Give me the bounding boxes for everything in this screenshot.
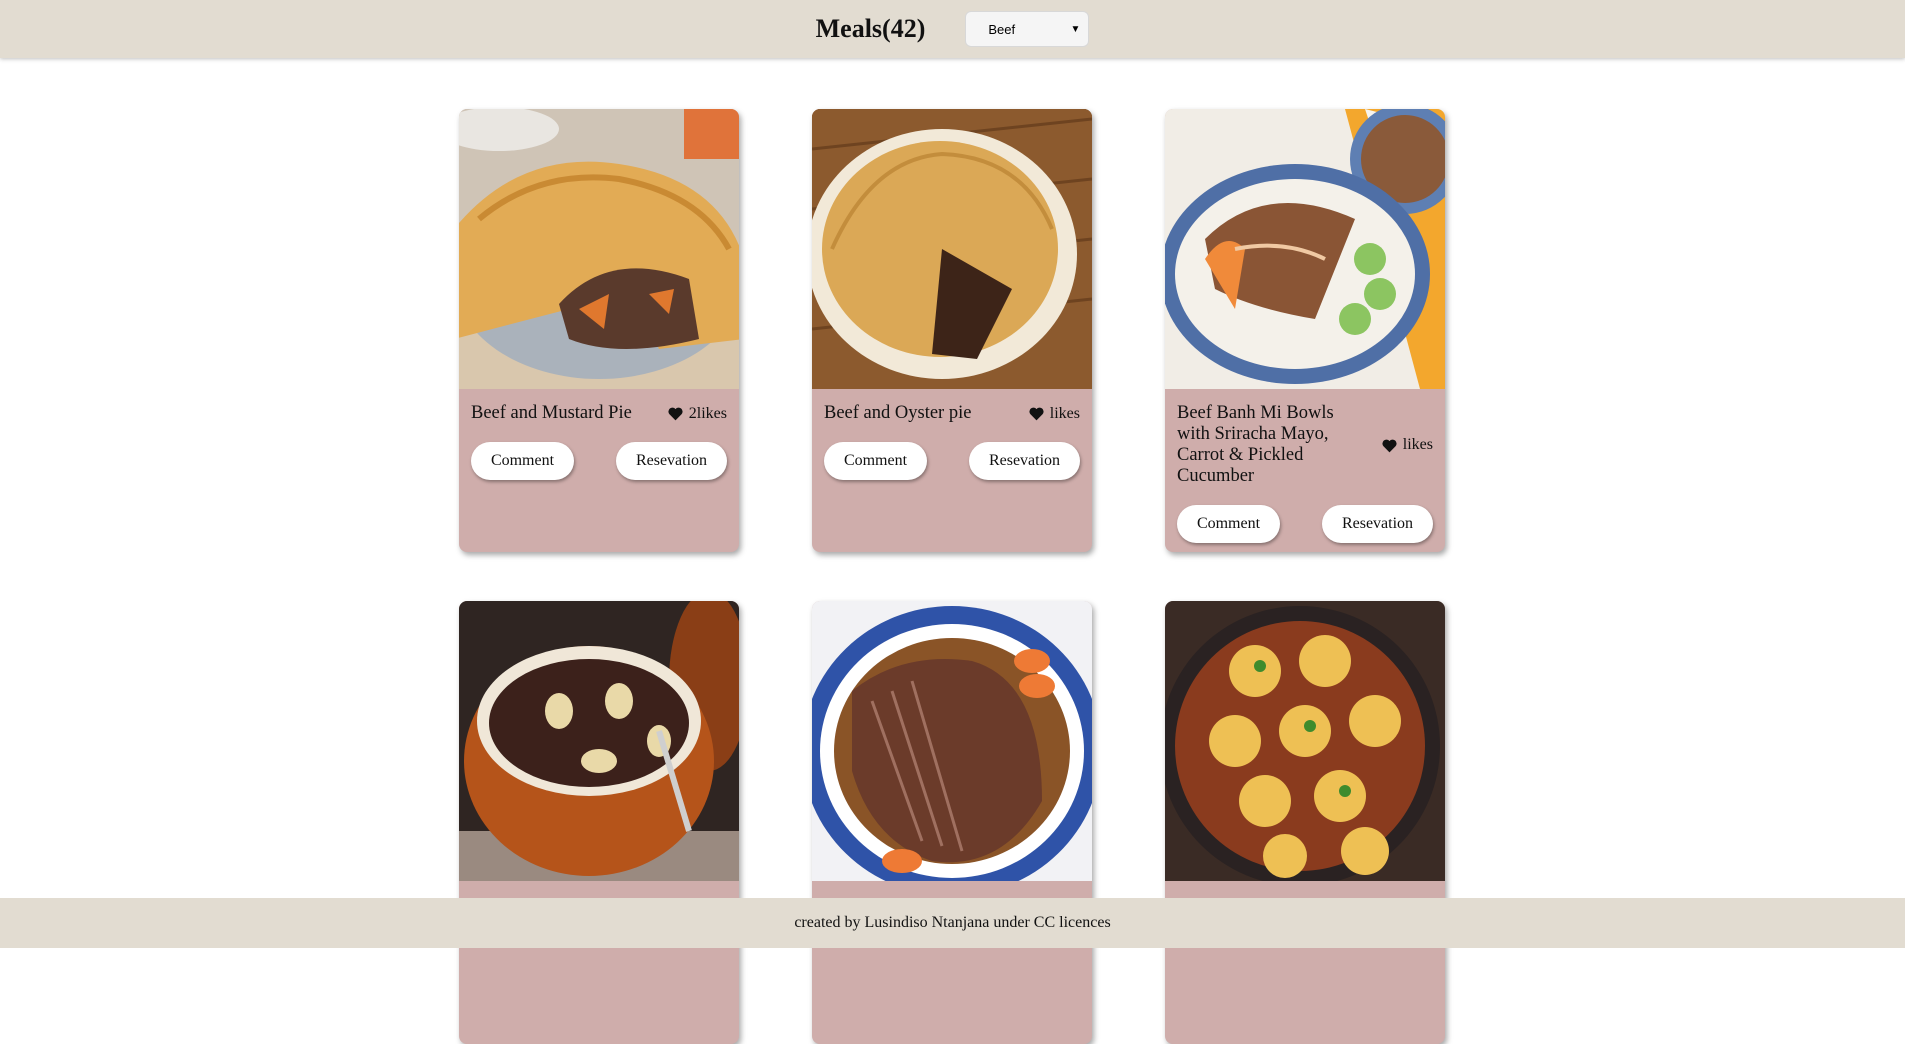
heart-icon (668, 407, 683, 421)
meal-actions: Comment Resevation (459, 424, 739, 480)
meal-card: Beef and Mustard Pie 2likes Comment Rese… (459, 109, 739, 552)
meal-image (1165, 601, 1445, 881)
meal-image (1165, 109, 1445, 389)
meal-image (812, 601, 1092, 881)
meal-actions: Comment Resevation (1165, 487, 1445, 543)
meal-card: Beef and Oyster pie likes Comment Reseva… (812, 109, 1092, 552)
meal-card (812, 601, 1092, 1044)
meal-info: Beef and Mustard Pie 2likes (459, 389, 739, 424)
meal-image (812, 109, 1092, 389)
meal-info: Beef Banh Mi Bowls with Sriracha Mayo, C… (1165, 389, 1445, 487)
reservation-button[interactable]: Resevation (1322, 505, 1433, 543)
meal-card (459, 601, 739, 1044)
page-footer: created by Lusindiso Ntanjana under CC l… (0, 898, 1905, 948)
app-header: Meals(42) Beef ▼ (0, 0, 1905, 58)
meal-name: Beef and Oyster pie (824, 403, 972, 423)
reservation-button[interactable]: Resevation (616, 442, 727, 480)
heart-icon (1029, 407, 1044, 421)
chevron-down-icon: ▼ (1070, 23, 1081, 35)
likes-button[interactable]: likes (1028, 405, 1080, 423)
meal-image (459, 109, 739, 389)
comment-button[interactable]: Comment (1177, 505, 1280, 543)
likes-count: likes (1049, 404, 1080, 422)
category-select[interactable]: Beef ▼ (965, 11, 1090, 47)
comment-button[interactable]: Comment (471, 442, 574, 480)
comment-button[interactable]: Comment (824, 442, 927, 480)
category-select-value: Beef (988, 21, 1016, 37)
likes-button[interactable]: 2likes (667, 405, 727, 423)
likes-button[interactable]: likes (1381, 436, 1433, 454)
reservation-button[interactable]: Resevation (969, 442, 1080, 480)
meal-name: Beef and Mustard Pie (471, 403, 632, 423)
page-title: Meals(42) (815, 14, 926, 43)
heart-icon (1382, 439, 1397, 452)
meal-name: Beef Banh Mi Bowls with Sriracha Mayo, C… (1177, 403, 1334, 486)
meal-actions: Comment Resevation (812, 424, 1092, 480)
meal-info: Beef and Oyster pie likes (812, 389, 1092, 424)
likes-count: likes (1402, 436, 1433, 453)
meal-card (1165, 601, 1445, 1044)
footer-text: created by Lusindiso Ntanjana under CC l… (794, 914, 1111, 931)
meal-image (459, 601, 739, 881)
meal-card: Beef Banh Mi Bowls with Sriracha Mayo, C… (1165, 109, 1445, 552)
likes-count: 2likes (688, 404, 727, 422)
